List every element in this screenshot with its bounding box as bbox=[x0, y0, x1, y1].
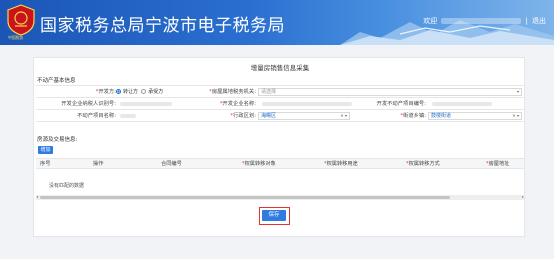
radio-transferee-label[interactable]: 承受方 bbox=[148, 89, 163, 95]
site-title: 国家税务总局宁波市电子税务局 bbox=[40, 16, 285, 36]
add-button[interactable]: 增加 bbox=[38, 146, 53, 154]
tax-authority-placeholder: 请选择 bbox=[261, 89, 277, 95]
column-header: *权属转移方式 bbox=[406, 161, 440, 167]
save-button-highlight: 保存 bbox=[259, 207, 290, 225]
dev-name-label: *开发企业名称: bbox=[219, 101, 256, 107]
column-header: *权属转移对象 bbox=[242, 161, 276, 167]
project-name-label: 不动产项目名称: bbox=[77, 113, 116, 119]
column-header: *权属转移用途 bbox=[324, 161, 358, 167]
district-label: *行政区划: bbox=[230, 113, 256, 119]
radio-transferee[interactable] bbox=[141, 89, 147, 94]
save-button[interactable]: 保存 bbox=[262, 210, 286, 221]
dev-name-value-redacted bbox=[262, 102, 352, 106]
street-label: *街道乡镇: bbox=[400, 113, 426, 119]
tax-authority-label: *房屋属地税务机关: bbox=[209, 89, 256, 95]
project-name-value-redacted bbox=[120, 114, 136, 118]
user-area: 欢迎 | 退出 bbox=[423, 16, 546, 26]
dropdown-arrow-icon: ▾ bbox=[516, 89, 519, 94]
street-value: 鼓楼街道 bbox=[431, 113, 452, 119]
section-deal-label: 房源及交易信息: bbox=[37, 137, 78, 143]
column-header: 序号 bbox=[40, 161, 51, 167]
top-banner: 中国税务 国家税务总局宁波市电子税务局 欢迎 | 退出 bbox=[0, 0, 554, 45]
separator: | bbox=[525, 17, 528, 25]
radio-transferor[interactable] bbox=[116, 89, 121, 94]
dev-taxid-label: 开发企业纳税人识别号: bbox=[61, 101, 116, 107]
empty-table-message: 没有匹配的数据 bbox=[49, 183, 85, 189]
column-header: 合同编号 bbox=[161, 161, 182, 167]
horizontal-scrollbar[interactable]: ◂ ▸ bbox=[36, 194, 524, 200]
dropdown-arrow-icon: ✕ ▾ bbox=[512, 113, 519, 118]
district-value: 海曙区 bbox=[261, 113, 277, 119]
dev-project-no-label: 开发不动产项目编号: bbox=[376, 101, 426, 107]
form-row: 不动产项目名称: *行政区划: 海曙区 ✕ ▾ *街道乡镇: 鼓楼街道 ✕ ▾ bbox=[36, 110, 524, 122]
scrollbar-thumb[interactable] bbox=[40, 196, 450, 199]
form-row: 开发企业纳税人识别号: *开发企业名称: 开发不动产项目编号: bbox=[36, 98, 524, 110]
tax-authority-select[interactable]: 请选择 ▾ bbox=[258, 88, 522, 96]
column-header: 操作 bbox=[93, 161, 104, 167]
scroll-left-icon[interactable]: ◂ bbox=[36, 194, 38, 199]
district-select[interactable]: 海曙区 ✕ ▾ bbox=[258, 112, 350, 120]
form-title: 增量房销售信息采集 bbox=[250, 64, 310, 72]
scroll-right-icon[interactable]: ▸ bbox=[522, 194, 524, 199]
developer-label: *开发方: bbox=[95, 89, 116, 95]
section-basic-label: 不动产基本信息 bbox=[37, 78, 76, 84]
dropdown-arrow-icon: ✕ ▾ bbox=[340, 113, 347, 118]
dev-taxid-value-redacted bbox=[120, 102, 172, 106]
radio-transferor-label[interactable]: 转让方 bbox=[123, 89, 138, 95]
basic-info-grid: *开发方: 转让方 承受方 *房屋属地税务机关: 请选择 ▾ 开发企业纳税人识别… bbox=[36, 85, 524, 122]
developer-radio-group: 转让方 承受方 bbox=[116, 88, 163, 96]
form-row: *开发方: 转让方 承受方 *房屋属地税务机关: 请选择 ▾ bbox=[36, 86, 524, 98]
logout-link[interactable]: 退出 bbox=[532, 17, 546, 25]
deal-table-header: 序号 操作 合同编号 *权属转移对象 *权属转移用途 *权属转移方式 *房屋地址 bbox=[36, 158, 524, 169]
street-select[interactable]: 鼓楼街道 ✕ ▾ bbox=[428, 112, 522, 120]
logo-caption: 中国税务 bbox=[8, 35, 24, 40]
dev-project-no-value-redacted bbox=[432, 102, 492, 106]
welcome-text: 欢迎 bbox=[423, 17, 438, 25]
column-header: *房屋地址 bbox=[486, 161, 510, 167]
tax-emblem-icon bbox=[7, 4, 35, 36]
user-name-redacted bbox=[441, 18, 522, 24]
